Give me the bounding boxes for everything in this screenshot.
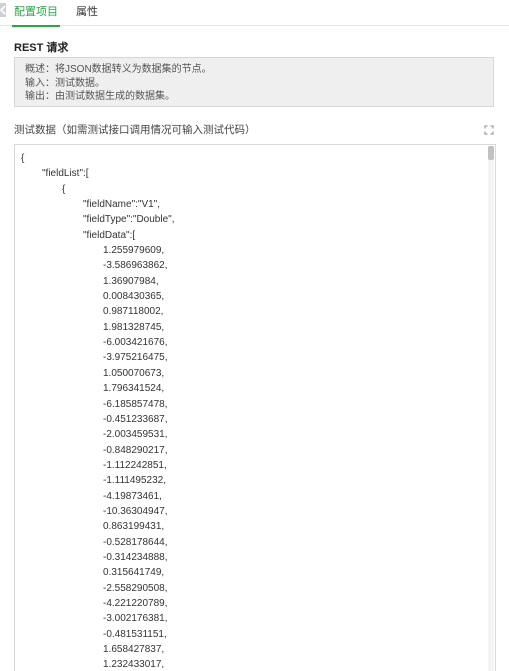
code-line: -10.36304947, — [103, 505, 168, 517]
code-line: 0.008430365, — [103, 291, 165, 303]
code-line: -1.112242851, — [103, 459, 167, 471]
fullscreen-icon — [484, 125, 494, 135]
code-line: -0.314234888, — [103, 551, 168, 563]
code-line: -0.481531151, — [103, 628, 167, 640]
code-line: -3.002176381, — [103, 613, 168, 625]
tab-bar: 配置项目 属性 — [0, 0, 509, 27]
tab-properties[interactable]: 属性 — [76, 0, 98, 26]
code-line: -1.111495232, — [103, 475, 167, 487]
code-line: 1.050070673, — [103, 367, 165, 379]
test-data-label: 测试数据（如需测试接口调用情况可输入测试代码） — [14, 124, 256, 136]
code-content[interactable]: { "fieldList":[ { "fieldName":"V1", "fieldTy… — [21, 151, 481, 671]
code-line: "fieldData":[ — [83, 229, 136, 241]
code-line: 1.232433017, — [103, 659, 165, 671]
code-line: -4.19873461, — [103, 490, 162, 502]
chevron-left-icon — [0, 5, 6, 15]
code-line: 0.315641749, — [103, 567, 165, 579]
code-line: 1.658427837, — [103, 644, 165, 655]
code-line: -2.558290508, — [103, 582, 168, 594]
code-line: 1.255979609, — [103, 245, 165, 257]
editor-scrollbar[interactable] — [488, 146, 494, 671]
expand-icon[interactable] — [484, 122, 494, 135]
code-line: 0.987118002, — [103, 306, 164, 318]
description-output: 输出：由测试数据生成的数据集。 — [25, 91, 175, 102]
code-line: 1.796341524, — [103, 383, 165, 395]
description-overview: 概述：将JSON数据转义为数据集的节点。 — [25, 64, 212, 75]
code-line: 1.981328745, — [103, 321, 165, 333]
editor-scrollbar-thumb[interactable] — [488, 146, 494, 160]
code-line: -0.848290217, — [103, 444, 168, 456]
config-panel: 配置项目 属性 REST 请求 概述：将JSON数据转义为数据集的节点。 输入：… — [0, 0, 509, 671]
code-line: 0.863199431, — [103, 521, 165, 533]
code-line: -0.528178644, — [103, 536, 168, 548]
code-line: 1.36907984, — [103, 275, 159, 287]
code-line: -4.221220789, — [103, 597, 168, 609]
code-line: "fieldList":[ — [42, 168, 89, 180]
code-line: -3.975216475, — [103, 352, 168, 364]
tab-config-items[interactable]: 配置项目 — [12, 0, 60, 27]
code-line: -6.185857478, — [103, 398, 168, 410]
collapse-panel-handle[interactable] — [0, 3, 6, 17]
code-line: { — [21, 153, 25, 164]
test-data-editor[interactable]: { "fieldList":[ { "fieldName":"V1", "fieldTy… — [14, 144, 496, 671]
code-line: -6.003421676, — [103, 337, 168, 349]
description-box: 概述：将JSON数据转义为数据集的节点。 输入：测试数据。 输出：由测试数据生成… — [14, 57, 494, 107]
code-line: -3.586963862, — [103, 260, 168, 272]
section-title: REST 请求 — [14, 42, 69, 54]
code-line: "fieldType":"Double", — [83, 214, 175, 226]
code-line: -2.003459531, — [103, 429, 168, 441]
description-input: 输入：测试数据。 — [25, 77, 105, 89]
code-line: "fieldName":"V1", — [83, 199, 161, 211]
code-line: { — [62, 183, 66, 195]
code-line: -0.451233687, — [103, 413, 168, 425]
